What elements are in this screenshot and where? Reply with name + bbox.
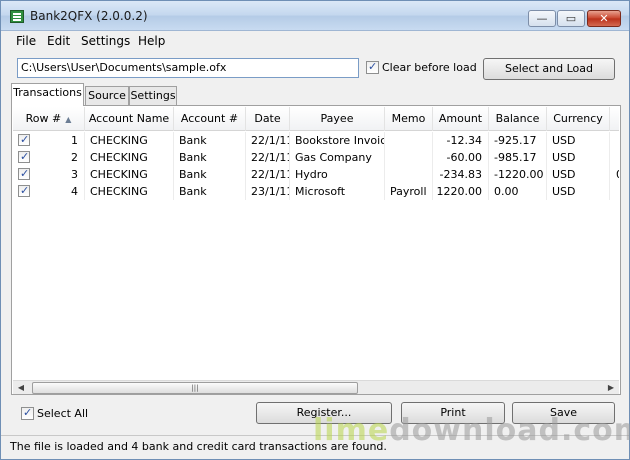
transactions-grid: Row # ▲ Account Name Account # Date Payee… (13, 107, 619, 380)
cell-amount: -12.34 (433, 132, 489, 149)
cell-row-num: 2 (33, 149, 85, 166)
cell-account-num: Bank (174, 166, 246, 183)
row-checkbox[interactable] (18, 167, 30, 180)
cell-account-name: CHECKING (85, 132, 174, 149)
column-header-date[interactable]: Date (246, 107, 290, 131)
table-row[interactable]: 2 CHECKING Bank 22/1/11 Gas Company -60.… (13, 149, 619, 166)
cell-extra: 0 (610, 166, 619, 183)
cell-account-name: CHECKING (85, 183, 174, 200)
tab-settings[interactable]: Settings (129, 86, 177, 105)
cell-payee: Gas Company (290, 149, 385, 166)
column-header-row-num[interactable]: Row # ▲ (13, 107, 85, 131)
app-icon (10, 10, 24, 23)
table-row[interactable]: 1 CHECKING Bank 22/1/11 Bookstore Invoic… (13, 132, 619, 149)
scroll-left-icon[interactable]: ◀ (13, 381, 29, 395)
row-checkbox[interactable] (18, 150, 30, 163)
column-header-account-name[interactable]: Account Name (85, 107, 174, 131)
transactions-panel: Row # ▲ Account Name Account # Date Payee… (11, 105, 621, 395)
cell-balance: 0.00 (489, 183, 547, 200)
cell-payee: Microsoft (290, 183, 385, 200)
cell-row-num: 4 (33, 183, 85, 200)
cell-currency: USD (547, 149, 610, 166)
cell-amount: -234.83 (433, 166, 489, 183)
scroll-right-icon[interactable]: ▶ (603, 381, 619, 395)
cell-amount: 1220.00 (433, 183, 489, 200)
cell-account-name: CHECKING (85, 149, 174, 166)
cell-date: 23/1/11 (246, 183, 290, 200)
menu-bar: File Edit Settings Help (1, 32, 629, 52)
cell-extra (610, 149, 619, 166)
row-checkbox[interactable] (18, 184, 30, 197)
close-button[interactable]: ✕ (587, 10, 621, 27)
minimize-button[interactable]: — (528, 10, 556, 27)
cell-currency: USD (547, 166, 610, 183)
cell-row-num: 3 (33, 166, 85, 183)
cell-balance: -985.17 (489, 149, 547, 166)
cell-memo (385, 132, 433, 149)
cell-account-num: Bank (174, 183, 246, 200)
cell-balance: -925.17 (489, 132, 547, 149)
cell-extra (610, 183, 619, 200)
sort-ascending-icon: ▲ (65, 115, 72, 124)
cell-payee: Bookstore Invoice (290, 132, 385, 149)
column-header-currency[interactable]: Currency (547, 107, 610, 131)
cell-currency: USD (547, 183, 610, 200)
cell-memo (385, 149, 433, 166)
grid-header: Row # ▲ Account Name Account # Date Payee… (13, 107, 619, 131)
cell-account-num: Bank (174, 132, 246, 149)
cell-account-name: CHECKING (85, 166, 174, 183)
menu-settings[interactable]: Settings (81, 34, 130, 48)
tab-source[interactable]: Source (85, 86, 129, 105)
column-header-account-num[interactable]: Account # (174, 107, 246, 131)
column-header-payee[interactable]: Payee (290, 107, 385, 131)
maximize-button[interactable]: ▭ (557, 10, 585, 27)
horizontal-scrollbar[interactable]: ◀ ||| ▶ (13, 380, 619, 394)
cell-date: 22/1/11 (246, 166, 290, 183)
column-header-amount[interactable]: Amount (433, 107, 489, 131)
cell-currency: USD (547, 132, 610, 149)
cell-row-num: 1 (33, 132, 85, 149)
file-path-input[interactable]: C:\Users\User\Documents\sample.ofx (17, 58, 359, 78)
select-all-checkbox[interactable] (21, 406, 34, 420)
cell-payee: Hydro (290, 166, 385, 183)
title-bar[interactable]: Bank2QFX (2.0.0.2) — ▭ ✕ (1, 1, 629, 31)
table-row[interactable]: 3 CHECKING Bank 22/1/11 Hydro -234.83 -1… (13, 166, 619, 183)
column-header-balance[interactable]: Balance (489, 107, 547, 131)
clear-before-load-checkbox[interactable] (366, 60, 379, 74)
row-checkbox[interactable] (18, 133, 30, 146)
menu-help[interactable]: Help (138, 34, 165, 48)
cell-account-num: Bank (174, 149, 246, 166)
tab-transactions[interactable]: Transactions (11, 83, 84, 106)
column-header-extra[interactable]: C (610, 107, 619, 131)
scrollbar-thumb[interactable]: ||| (32, 382, 358, 394)
cell-extra (610, 132, 619, 149)
cell-date: 22/1/11 (246, 149, 290, 166)
cell-balance: -1220.00 (489, 166, 547, 183)
cell-memo (385, 166, 433, 183)
table-row[interactable]: 4 CHECKING Bank 23/1/11 Microsoft Payrol… (13, 183, 619, 200)
window-title: Bank2QFX (2.0.0.2) (30, 9, 148, 23)
cell-amount: -60.00 (433, 149, 489, 166)
clear-before-load-label: Clear before load (382, 61, 477, 74)
menu-edit[interactable]: Edit (47, 34, 70, 48)
app-window: Bank2QFX (2.0.0.2) — ▭ ✕ File Edit Setti… (0, 0, 630, 460)
column-header-memo[interactable]: Memo (385, 107, 433, 131)
select-and-load-button[interactable]: Select and Load (483, 58, 615, 80)
menu-file[interactable]: File (16, 34, 36, 48)
cell-date: 22/1/11 (246, 132, 290, 149)
cell-memo: Payroll (385, 183, 433, 200)
watermark-logo: limedownload.com (313, 413, 630, 448)
select-all-label: Select All (37, 407, 89, 420)
